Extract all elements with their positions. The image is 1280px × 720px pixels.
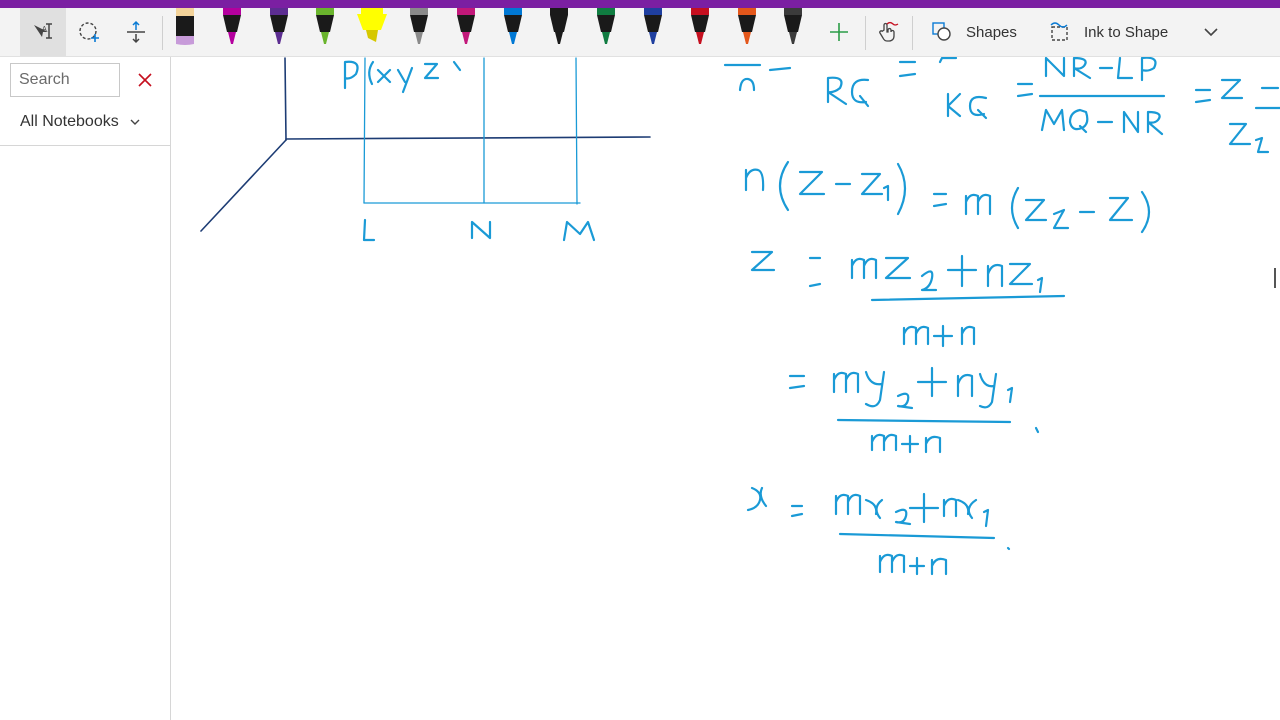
notebook-selector-label: All Notebooks bbox=[20, 113, 119, 130]
ribbon-divider bbox=[912, 16, 913, 50]
navigation-pane: All Notebooks bbox=[0, 57, 171, 720]
shape-select-tool[interactable] bbox=[68, 8, 112, 56]
highlighter-yellow-button[interactable] bbox=[355, 8, 389, 56]
sidebar-divider bbox=[0, 145, 170, 146]
shape-select-icon bbox=[79, 22, 99, 42]
pen-icon bbox=[410, 8, 428, 44]
pen-icon bbox=[269, 8, 288, 44]
insert-space-tool[interactable] bbox=[114, 8, 158, 56]
handwritten-notes bbox=[343, 57, 1280, 576]
plus-icon bbox=[830, 23, 848, 41]
touch-draw-icon bbox=[879, 21, 899, 42]
pen-icon bbox=[690, 8, 709, 44]
pen-icon bbox=[597, 8, 616, 44]
draw-ribbon: A Shapes Ink to Shape bbox=[0, 8, 1280, 57]
ink-to-shape-button[interactable]: Ink to Shape bbox=[1048, 8, 1168, 56]
pen-orange-button[interactable] bbox=[730, 8, 764, 56]
ink-canvas[interactable] bbox=[171, 57, 1280, 720]
chevron-down-icon bbox=[1204, 28, 1218, 37]
pen-icon bbox=[316, 8, 335, 44]
page-scroll-indicator[interactable] bbox=[1274, 268, 1276, 288]
pen-gray-button[interactable] bbox=[402, 8, 436, 56]
ribbon-divider bbox=[865, 16, 866, 50]
insert-space-icon bbox=[127, 20, 145, 44]
projection-sketch bbox=[363, 57, 581, 205]
pen-icon bbox=[737, 8, 756, 44]
ink-to-shape-icon bbox=[1050, 22, 1068, 41]
chevron-down-icon bbox=[130, 119, 140, 125]
pen-white-button[interactable] bbox=[168, 8, 202, 56]
pen-icon bbox=[550, 8, 569, 44]
pen-darkgray-button[interactable] bbox=[776, 8, 810, 56]
title-accent-bar bbox=[0, 0, 1280, 8]
pen-icon bbox=[503, 8, 522, 44]
touch-draw-button[interactable] bbox=[868, 8, 906, 56]
lasso-select-icon: A bbox=[34, 23, 52, 39]
pen-black-button[interactable] bbox=[542, 8, 576, 56]
pen-purple-button[interactable] bbox=[262, 8, 296, 56]
shapes-icon bbox=[932, 22, 951, 41]
notebook-selector[interactable]: All Notebooks bbox=[20, 113, 141, 131]
ribbon-expand-button[interactable] bbox=[1196, 8, 1226, 56]
svg-text:A: A bbox=[42, 26, 47, 33]
highlighter-icon bbox=[357, 8, 388, 42]
close-icon[interactable] bbox=[134, 69, 156, 91]
shapes-label: Shapes bbox=[966, 23, 1017, 41]
lasso-select-tool[interactable]: A bbox=[20, 8, 66, 56]
pen-icon bbox=[222, 8, 241, 44]
search-input[interactable] bbox=[10, 63, 120, 97]
pen-icon bbox=[784, 8, 803, 44]
axes-sketch bbox=[200, 57, 651, 232]
pen-navy-button[interactable] bbox=[636, 8, 670, 56]
add-pen-button[interactable] bbox=[820, 8, 858, 56]
pen-green-button[interactable] bbox=[589, 8, 623, 56]
ink-to-shape-label: Ink to Shape bbox=[1084, 23, 1169, 41]
pen-lime-button[interactable] bbox=[308, 8, 342, 56]
shapes-button[interactable]: Shapes bbox=[930, 8, 1017, 56]
pen-icon bbox=[644, 8, 662, 44]
pen-pink-button[interactable] bbox=[449, 8, 483, 56]
pen-red-button[interactable] bbox=[683, 8, 717, 56]
pen-icon bbox=[176, 8, 194, 45]
pen-magenta-button[interactable] bbox=[215, 8, 249, 56]
pen-icon bbox=[456, 8, 475, 44]
ribbon-divider bbox=[162, 16, 163, 50]
pen-blue-button[interactable] bbox=[496, 8, 530, 56]
